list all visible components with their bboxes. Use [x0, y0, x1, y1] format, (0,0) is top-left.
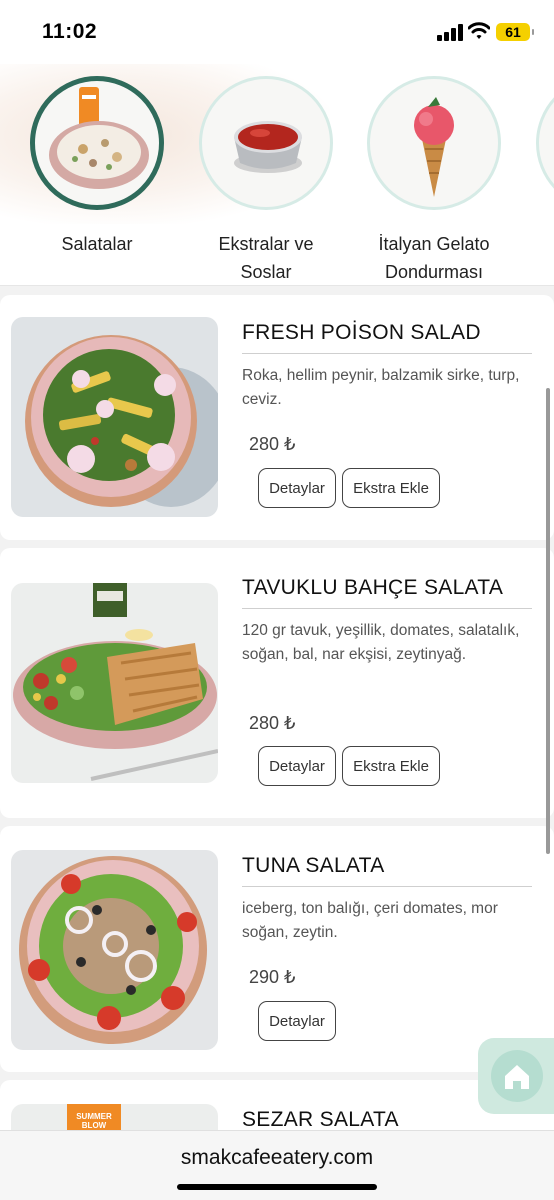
add-extra-button[interactable]: Ekstra Ekle	[342, 468, 440, 508]
product-card[interactable]: FRESH POİSON SALAD Roka, hellim peynir, …	[0, 295, 554, 540]
category-label: Ekstralar ve Soslar	[218, 234, 314, 282]
product-price: 280 ₺	[249, 434, 296, 454]
category-image	[536, 76, 554, 210]
scrollbar[interactable]	[546, 388, 550, 854]
home-button[interactable]	[478, 1038, 554, 1114]
product-card[interactable]: TUNA SALATA iceberg, ton balığı, çeri do…	[0, 826, 554, 1072]
juice-bottle-text: SUMMER BLOW	[76, 1112, 112, 1130]
product-title: TAVUKLU BAHÇE SALATA	[242, 576, 532, 609]
product-price: 280 ₺	[249, 713, 296, 733]
details-button[interactable]: Detaylar	[258, 1001, 336, 1041]
product-image	[11, 583, 218, 783]
product-title: TUNA SALATA	[242, 854, 532, 887]
category-label: İtalyan Gelato Dondurması	[378, 234, 490, 282]
product-description: Roka, hellim peynir, balzamik sirke, tur…	[242, 367, 520, 408]
category-strip[interactable]: Salatalar Ekstralar ve Soslar İtalyan Ge	[0, 64, 554, 286]
add-extra-button[interactable]: Ekstra Ekle	[342, 746, 440, 786]
battery-icon: 61	[496, 23, 534, 41]
browser-url-bar[interactable]: smakcafeeatery.com	[0, 1130, 554, 1200]
product-image	[11, 850, 218, 1050]
category-label: Salatalar	[61, 234, 133, 254]
product-card[interactable]: TAVUKLU BAHÇE SALATA 120 gr tavuk, yeşil…	[0, 548, 554, 818]
product-price: 290 ₺	[249, 967, 296, 987]
product-description: iceberg, ton balığı, çeri domates, mor s…	[242, 900, 498, 941]
details-button[interactable]: Detaylar	[258, 468, 336, 508]
category-gelato[interactable]: İtalyan Gelato Dondurması	[359, 76, 509, 285]
category-salatalar[interactable]: Salatalar	[22, 76, 172, 258]
home-indicator[interactable]	[177, 1184, 377, 1190]
product-image	[11, 317, 218, 517]
category-image	[367, 76, 501, 210]
product-title: FRESH POİSON SALAD	[242, 321, 532, 354]
signal-icon	[437, 24, 463, 41]
url-text[interactable]: smakcafeeatery.com	[0, 1146, 554, 1170]
details-button[interactable]: Detaylar	[258, 746, 336, 786]
category-ekstralar[interactable]: Ekstralar ve Soslar	[191, 76, 341, 285]
status-time: 11:02	[42, 20, 98, 43]
wifi-icon	[468, 22, 490, 39]
category-next[interactable]	[528, 76, 554, 210]
product-description: 120 gr tavuk, yeşillik, domates, salatal…	[242, 622, 520, 663]
home-icon	[505, 1065, 529, 1089]
category-image	[30, 76, 164, 210]
status-bar: 11:02 61	[0, 0, 554, 64]
category-image	[199, 76, 333, 210]
